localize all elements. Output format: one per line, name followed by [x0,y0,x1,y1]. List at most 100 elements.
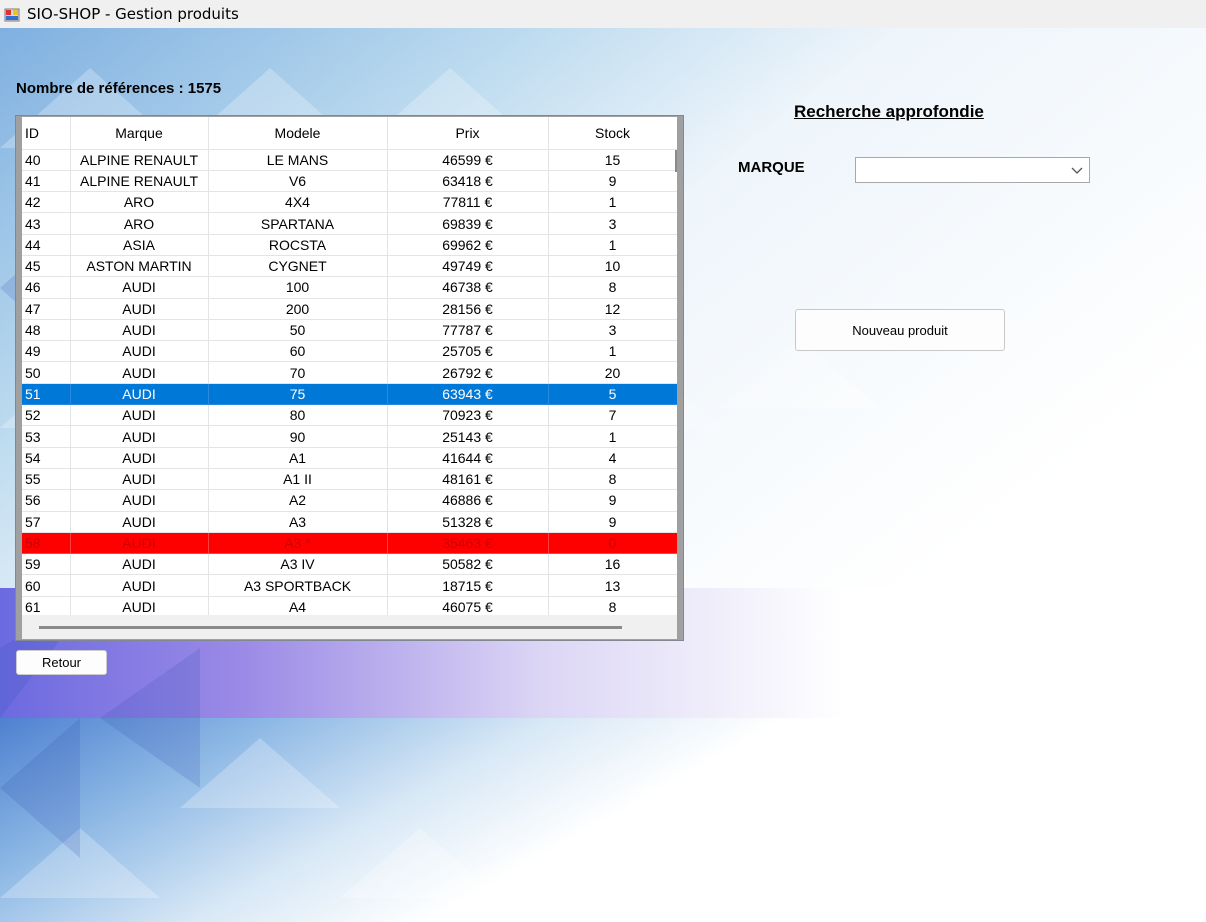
cell-modele[interactable]: A3 * [208,532,388,555]
cell-modele[interactable]: LE MANS [208,149,388,171]
table-row[interactable]: 52 AUDI 80 70923 €7 [22,404,677,427]
cell-stock[interactable]: 15 [548,149,677,171]
table-row[interactable]: 61 AUDI A4 46075 €8 [22,596,677,615]
cell-marque[interactable]: AUDI [70,447,209,469]
cell-id[interactable]: 46 [22,276,71,299]
cell-stock[interactable]: 9 [548,489,677,512]
cell-prix[interactable]: 48161 € [387,468,549,491]
cell-modele[interactable]: SPARTANA [208,212,388,235]
cell-modele[interactable]: 90 [208,425,388,448]
table-row[interactable]: 40 ALPINE RENAULT LE MANS 46599 €15 [22,149,677,171]
table-row[interactable]: 57 AUDI A3 51328 €9 [22,511,677,533]
cell-stock[interactable]: 12 [548,298,677,320]
cell-id[interactable]: 50 [22,361,71,384]
cell-marque[interactable]: AUDI [70,361,209,384]
cell-modele[interactable]: 4X4 [208,191,388,214]
cell-marque[interactable]: AUDI [70,425,209,448]
table-row[interactable]: 49 AUDI 60 25705 €1 [22,340,677,363]
cell-id[interactable]: 48 [22,319,71,342]
cell-stock[interactable]: 9 [548,170,677,193]
marque-dropdown[interactable] [855,157,1090,183]
cell-prix[interactable]: 26792 € [387,361,549,384]
cell-marque[interactable]: ARO [70,212,209,235]
column-header-id[interactable]: ID [22,117,71,150]
cell-marque[interactable]: ALPINE RENAULT [70,149,209,171]
table-row[interactable]: 60 AUDI A3 SPORTBACK 18715 €13 [22,574,677,597]
cell-marque[interactable]: AUDI [70,319,209,342]
cell-stock[interactable]: 1 [548,234,677,256]
horizontal-scrollbar[interactable] [22,615,677,639]
cell-marque[interactable]: ALPINE RENAULT [70,170,209,193]
cell-marque[interactable]: AUDI [70,574,209,597]
cell-prix[interactable]: 51328 € [387,511,549,533]
new-product-button[interactable]: Nouveau produit [795,309,1005,351]
cell-stock[interactable]: 13 [548,574,677,597]
cell-id[interactable]: 53 [22,425,71,448]
cell-stock[interactable]: 1 [548,340,677,363]
table-row[interactable]: 47 AUDI 200 28156 €12 [22,298,677,320]
cell-prix[interactable]: 49749 € [387,255,549,278]
cell-id[interactable]: 49 [22,340,71,363]
cell-prix[interactable]: 69839 € [387,212,549,235]
cell-modele[interactable]: 75 [208,383,388,406]
cell-id[interactable]: 43 [22,212,71,235]
column-header-prix[interactable]: Prix [387,117,549,150]
cell-id[interactable]: 51 [22,383,71,406]
table-row[interactable]: 48 AUDI 50 77787 €3 [22,319,677,342]
table-row[interactable]: 55 AUDI A1 II 48161 €8 [22,468,677,491]
horizontal-scrollbar-thumb[interactable] [39,626,622,629]
table-row[interactable]: 50 AUDI 70 26792 €20 [22,361,677,384]
table-row[interactable]: 44 ASIA ROCSTA 69962 €1 [22,234,677,256]
cell-prix[interactable]: 41644 € [387,447,549,469]
cell-modele[interactable]: 200 [208,298,388,320]
cell-stock[interactable]: 9 [548,511,677,533]
cell-prix[interactable]: 35463 € [387,532,549,555]
cell-id[interactable]: 60 [22,574,71,597]
cell-stock[interactable]: 4 [548,447,677,469]
cell-modele[interactable]: 80 [208,404,388,427]
table-row[interactable]: 54 AUDI A1 41644 €4 [22,447,677,469]
cell-marque[interactable]: AUDI [70,276,209,299]
cell-prix[interactable]: 28156 € [387,298,549,320]
cell-id[interactable]: 40 [22,149,71,171]
cell-prix[interactable]: 46738 € [387,276,549,299]
cell-id[interactable]: 57 [22,511,71,533]
cell-marque[interactable]: AUDI [70,383,209,406]
cell-modele[interactable]: V6 [208,170,388,193]
cell-id[interactable]: 52 [22,404,71,427]
cell-stock[interactable]: 5 [548,383,677,406]
cell-stock[interactable]: 7 [548,404,677,427]
cell-prix[interactable]: 69962 € [387,234,549,256]
table-row[interactable]: 56 AUDI A2 46886 €9 [22,489,677,512]
cell-id[interactable]: 54 [22,447,71,469]
cell-marque[interactable]: AUDI [70,532,209,555]
cell-id[interactable]: 59 [22,553,71,576]
cell-modele[interactable]: A3 [208,511,388,533]
cell-marque[interactable]: AUDI [70,340,209,363]
cell-prix[interactable]: 70923 € [387,404,549,427]
cell-id[interactable]: 47 [22,298,71,320]
cell-marque[interactable]: AUDI [70,596,209,615]
cell-stock[interactable]: 20 [548,361,677,384]
cell-id[interactable]: 44 [22,234,71,256]
cell-id[interactable]: 55 [22,468,71,491]
cell-marque[interactable]: AUDI [70,511,209,533]
cell-prix[interactable]: 46886 € [387,489,549,512]
cell-marque[interactable]: AUDI [70,468,209,491]
column-header-marque[interactable]: Marque [70,117,209,150]
cell-prix[interactable]: 18715 € [387,574,549,597]
cell-modele[interactable]: CYGNET [208,255,388,278]
cell-id[interactable]: 45 [22,255,71,278]
vertical-scrollbar-thumb[interactable] [675,150,677,172]
cell-modele[interactable]: A1 II [208,468,388,491]
table-row[interactable]: 41 ALPINE RENAULT V6 63418 €9 [22,170,677,193]
cell-stock[interactable]: 10 [548,255,677,278]
cell-prix[interactable]: 25705 € [387,340,549,363]
cell-marque[interactable]: ASIA [70,234,209,256]
cell-stock[interactable]: 8 [548,276,677,299]
cell-prix[interactable]: 25143 € [387,425,549,448]
cell-prix[interactable]: 77811 € [387,191,549,214]
cell-prix[interactable]: 50582 € [387,553,549,576]
column-header-modele[interactable]: Modele [208,117,388,150]
cell-prix[interactable]: 77787 € [387,319,549,342]
